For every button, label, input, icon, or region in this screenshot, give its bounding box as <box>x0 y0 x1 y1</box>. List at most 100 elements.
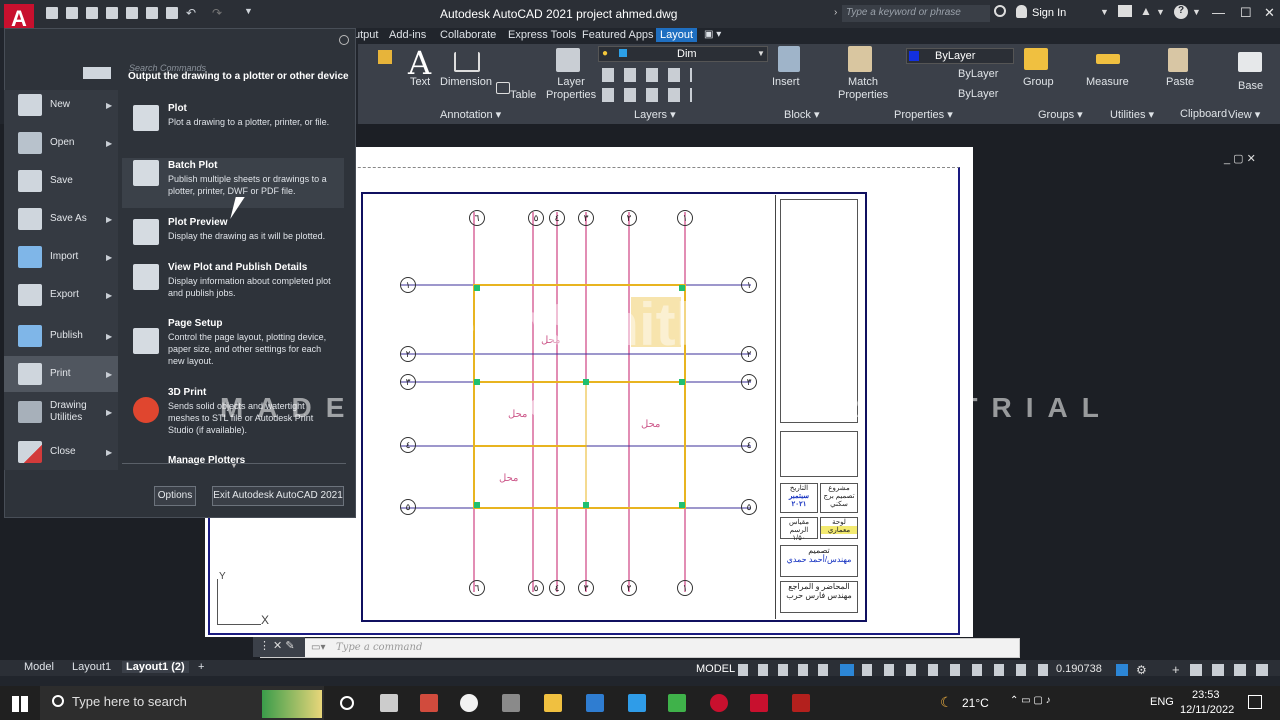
help-icon[interactable]: ? <box>1174 5 1188 19</box>
plus-icon[interactable]: + <box>1172 662 1180 677</box>
match-properties-icon[interactable] <box>848 46 872 72</box>
app-icon[interactable] <box>710 694 728 712</box>
recent-documents-icon[interactable] <box>83 67 111 79</box>
tab-layout[interactable]: Layout <box>656 28 698 42</box>
minimize-icon[interactable]: — <box>1212 5 1225 20</box>
menu-entry-plot-preview[interactable]: Plot Preview Display the drawing as it w… <box>128 217 348 247</box>
layer-properties-icon[interactable] <box>556 48 580 72</box>
store-icon[interactable] <box>586 694 604 712</box>
tab-layout1-2[interactable]: Layout1 (2) <box>122 661 189 673</box>
menu-item-publish[interactable]: Publish ▶ <box>4 318 118 354</box>
table-icon[interactable] <box>496 82 510 94</box>
pdf-icon[interactable] <box>792 694 810 712</box>
ribbon-options-icon[interactable]: ▣ ▾ <box>704 29 721 40</box>
menu-entry-batch-plot[interactable]: Batch Plot Publish multiple sheets or dr… <box>122 158 344 208</box>
menu-item-new[interactable]: New ▶ <box>4 87 118 123</box>
panel-groups[interactable]: Groups ▾ <box>1038 108 1083 121</box>
menu-item-export[interactable]: Export ▶ <box>4 277 118 313</box>
tab-collaborate[interactable]: Collaborate <box>436 28 500 42</box>
tab-add-ins[interactable]: Add-ins <box>385 28 430 42</box>
redo-icon[interactable]: ↷ <box>212 6 222 20</box>
menu-entry-plot[interactable]: Plot Plot a drawing to a plotter, printe… <box>128 103 348 147</box>
chevron-down-icon[interactable]: ▼ <box>1192 7 1201 17</box>
search-icon[interactable] <box>339 35 349 45</box>
save-as-icon[interactable] <box>106 7 118 19</box>
lineweight-value[interactable]: ByLayer <box>958 88 998 100</box>
cortana-icon[interactable] <box>340 696 354 710</box>
group-button[interactable]: Group <box>1023 76 1054 88</box>
maximize-icon[interactable]: ☐ <box>1240 5 1252 21</box>
language-indicator[interactable]: ENG <box>1150 696 1174 708</box>
command-history-icon[interactable]: ▭▾ <box>311 642 325 653</box>
chevron-down-icon[interactable]: ▼ <box>1156 7 1165 17</box>
menu-item-drawing-utilities[interactable]: Drawing Utilities ▶ <box>4 394 118 430</box>
scroll-down-icon[interactable]: ▼ <box>122 463 346 470</box>
menu-item-save-as[interactable]: Save As ▶ <box>4 201 118 237</box>
ortho-toggle[interactable] <box>840 664 854 676</box>
viewport-controls[interactable]: _ ▢ ✕ <box>1224 152 1256 165</box>
color-dropdown[interactable]: ByLayer <box>906 48 1014 64</box>
menu-entry-page-setup[interactable]: Page Setup Control the page layout, plot… <box>128 318 348 370</box>
tab-featured-apps[interactable]: Featured Apps <box>578 28 658 42</box>
search-icon[interactable] <box>994 5 1006 17</box>
paste-icon[interactable] <box>1168 48 1188 72</box>
panel-annotation[interactable]: Annotation ▾ <box>440 108 501 121</box>
weather-temp[interactable]: 21°C <box>962 696 989 710</box>
chevron-down-icon[interactable]: ▼ <box>1100 7 1109 17</box>
text-button[interactable]: Text <box>410 76 430 88</box>
panel-view[interactable]: View ▾ <box>1228 108 1260 121</box>
layer-tools-icons-row2[interactable] <box>602 88 692 102</box>
panel-layers[interactable]: Layers ▾ <box>634 108 676 121</box>
dimension-button[interactable]: Dimension <box>440 76 492 88</box>
save-web-icon[interactable] <box>146 7 158 19</box>
insert-button[interactable]: Insert <box>772 76 800 88</box>
menu-entry-view-plot-details[interactable]: View Plot and Publish Details Display in… <box>128 262 348 302</box>
measure-button[interactable]: Measure <box>1086 76 1129 88</box>
tab-express-tools[interactable]: Express Tools <box>504 28 580 42</box>
mail-icon[interactable] <box>628 694 646 712</box>
help-search-input[interactable]: Type a keyword or phrase <box>842 5 990 22</box>
panel-clipboard[interactable]: Clipboard <box>1180 108 1227 120</box>
layer-tools-icons[interactable] <box>602 68 692 82</box>
command-line[interactable]: ⋮ ✕ ✎ ▭▾ Type a command <box>253 637 1020 658</box>
camtasia-icon[interactable] <box>668 694 686 712</box>
group-icon[interactable] <box>1024 48 1048 70</box>
paste-button[interactable]: Paste <box>1166 76 1194 88</box>
panel-block[interactable]: Block ▾ <box>784 108 819 121</box>
quick-access-dropdown-icon[interactable]: ▼ <box>244 6 253 16</box>
notification-icon[interactable] <box>1248 695 1262 709</box>
panel-utilities[interactable]: Utilities ▾ <box>1110 108 1154 121</box>
status-tools[interactable] <box>1190 664 1270 676</box>
autocad-icon[interactable] <box>750 694 768 712</box>
close-icon[interactable]: ✕ <box>1264 5 1275 21</box>
command-input[interactable]: Type a command <box>336 642 422 653</box>
base-button[interactable]: Base <box>1238 80 1263 92</box>
chevron-right-icon[interactable]: › <box>834 7 837 18</box>
app-icon[interactable] <box>502 694 520 712</box>
dimension-icon[interactable] <box>454 52 480 72</box>
cart-icon[interactable] <box>1118 5 1132 17</box>
tray-icons[interactable]: ⌃ ▭ ▢ ♪ <box>1010 695 1051 706</box>
tab-model[interactable]: Model <box>24 661 54 673</box>
sign-in-link[interactable]: Sign In <box>1032 7 1066 19</box>
open-icon[interactable] <box>66 7 78 19</box>
save-icon[interactable] <box>86 7 98 19</box>
base-view-icon[interactable] <box>1238 52 1262 72</box>
app-icon[interactable] <box>420 694 438 712</box>
draw-pencil-icon[interactable] <box>378 50 392 64</box>
new-layout-button[interactable]: + <box>198 661 204 673</box>
match-properties-button[interactable]: Match Properties <box>838 76 888 102</box>
browser-icon[interactable] <box>460 694 478 712</box>
table-button[interactable]: Table <box>510 89 536 101</box>
undo-icon[interactable]: ↶ <box>186 6 196 20</box>
layer-dropdown[interactable]: ● Dim ▼ <box>598 46 768 62</box>
exchange-icon[interactable]: ▲ <box>1140 4 1152 18</box>
menu-item-print[interactable]: Print ▶ <box>4 356 118 392</box>
task-view-icon[interactable] <box>380 694 398 712</box>
options-button[interactable]: Options <box>154 486 196 506</box>
cloud-save-icon[interactable] <box>126 7 138 19</box>
measure-icon[interactable] <box>1096 54 1120 64</box>
linetype-value[interactable]: ByLayer <box>958 68 998 80</box>
new-icon[interactable] <box>46 7 58 19</box>
layer-properties-button[interactable]: Layer Properties <box>546 76 596 102</box>
